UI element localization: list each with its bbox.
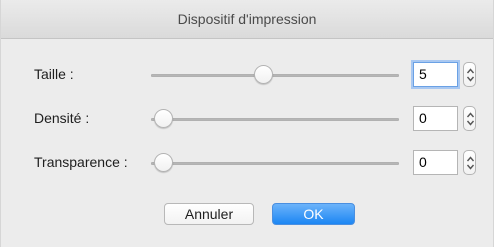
stepper-arrows-icon xyxy=(466,112,475,126)
density-stepper[interactable] xyxy=(463,106,476,131)
size-value: 5 xyxy=(419,66,427,82)
transparency-value: 0 xyxy=(419,154,427,170)
size-value-field[interactable]: 5 xyxy=(413,62,458,87)
size-slider-track[interactable] xyxy=(151,74,399,77)
density-value: 0 xyxy=(419,110,427,126)
density-value-field[interactable]: 0 xyxy=(413,106,458,131)
setting-row-transparency: Transparence : 0 xyxy=(1,143,493,183)
setting-row-density: Densité : 0 xyxy=(1,99,493,139)
cancel-button[interactable]: Annuler xyxy=(164,203,254,225)
transparency-value-field[interactable]: 0 xyxy=(413,150,458,175)
dialog-titlebar: Dispositif d'impression xyxy=(1,0,493,39)
ok-button[interactable]: OK xyxy=(272,203,355,225)
transparency-slider-knob[interactable] xyxy=(154,153,173,172)
transparency-label: Transparence : xyxy=(34,154,128,170)
setting-row-size: Taille : 5 xyxy=(1,55,493,95)
density-slider-knob[interactable] xyxy=(154,109,173,128)
print-device-dialog: Dispositif d'impression Taille : 5 Densi… xyxy=(0,0,494,247)
stepper-arrows-icon xyxy=(466,68,475,82)
size-stepper[interactable] xyxy=(463,62,476,87)
size-slider-knob[interactable] xyxy=(254,65,273,84)
dialog-title: Dispositif d'impression xyxy=(177,11,317,27)
density-slider-track[interactable] xyxy=(151,118,399,121)
transparency-stepper[interactable] xyxy=(463,150,476,175)
size-label: Taille : xyxy=(34,66,74,82)
transparency-slider-track[interactable] xyxy=(151,162,399,165)
stepper-arrows-icon xyxy=(466,156,475,170)
density-label: Densité : xyxy=(34,110,90,126)
